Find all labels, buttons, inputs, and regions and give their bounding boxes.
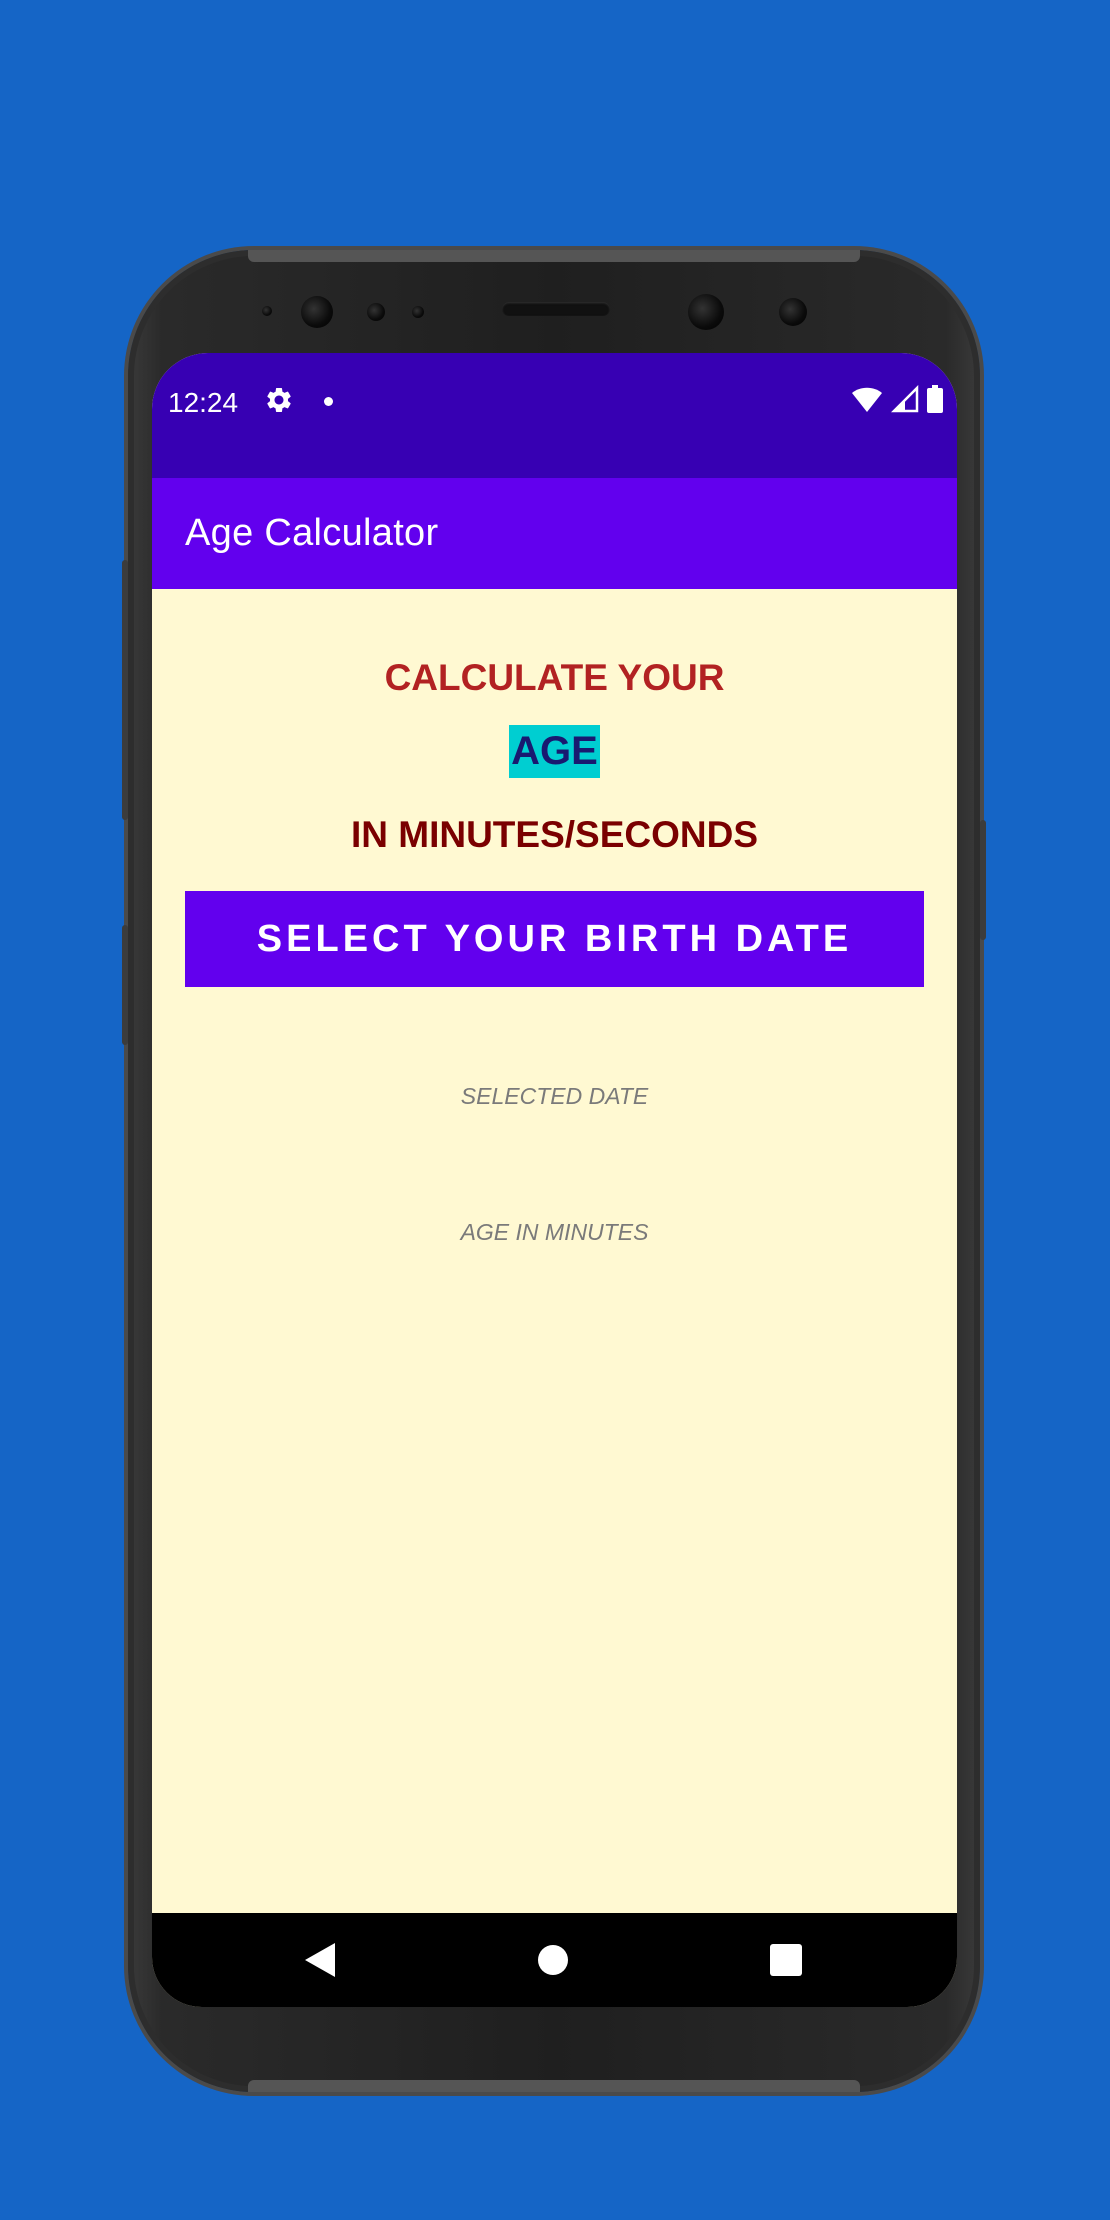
signal-icon xyxy=(890,384,919,418)
front-sensor-icon xyxy=(262,306,272,316)
front-camera-icon xyxy=(301,296,333,328)
app-bar: Age Calculator xyxy=(152,478,957,589)
status-time: 12:24 xyxy=(168,387,239,418)
earpiece-speaker xyxy=(502,302,610,316)
front-sensor-icon xyxy=(779,298,807,326)
heading-age-wrapper: AGE xyxy=(152,725,957,778)
home-icon[interactable] xyxy=(538,1945,568,1975)
phone-top-band xyxy=(248,250,860,262)
volume-down-button-hardware xyxy=(122,925,128,1045)
back-icon[interactable] xyxy=(305,1943,335,1977)
front-camera-icon xyxy=(688,294,724,330)
volume-up-button-hardware xyxy=(122,560,128,820)
heading-age-highlight: AGE xyxy=(509,725,600,778)
navigation-bar xyxy=(152,1913,957,2007)
phone-frame: 12:24 Age Calculator CALCULATE YOUR AGE … xyxy=(122,250,986,2092)
status-icons xyxy=(851,384,943,418)
selected-date-text: SELECTED DATE xyxy=(460,1083,649,1109)
status-bar: 12:24 xyxy=(152,353,957,478)
app-title: Age Calculator xyxy=(185,512,439,554)
front-sensor-icon xyxy=(367,303,385,321)
power-button-hardware xyxy=(980,820,986,940)
wifi-icon xyxy=(851,385,883,418)
phone-screen: 12:24 Age Calculator CALCULATE YOUR AGE … xyxy=(152,353,957,2007)
notification-dot-icon xyxy=(324,397,333,406)
select-birth-date-button[interactable]: SELECT YOUR BIRTH DATE xyxy=(185,891,924,987)
front-sensor-icon xyxy=(412,306,424,318)
phone-bottom-band xyxy=(248,2080,860,2092)
heading-calculate-your: CALCULATE YOUR xyxy=(384,657,725,698)
age-in-minutes-text: AGE IN MINUTES xyxy=(460,1219,649,1245)
gear-icon xyxy=(264,385,294,415)
main-content: CALCULATE YOUR AGE IN MINUTES/SECONDS SE… xyxy=(152,589,957,1913)
recents-icon[interactable] xyxy=(770,1944,802,1976)
battery-icon xyxy=(927,384,943,418)
heading-in-minutes-seconds: IN MINUTES/SECONDS xyxy=(350,814,759,855)
